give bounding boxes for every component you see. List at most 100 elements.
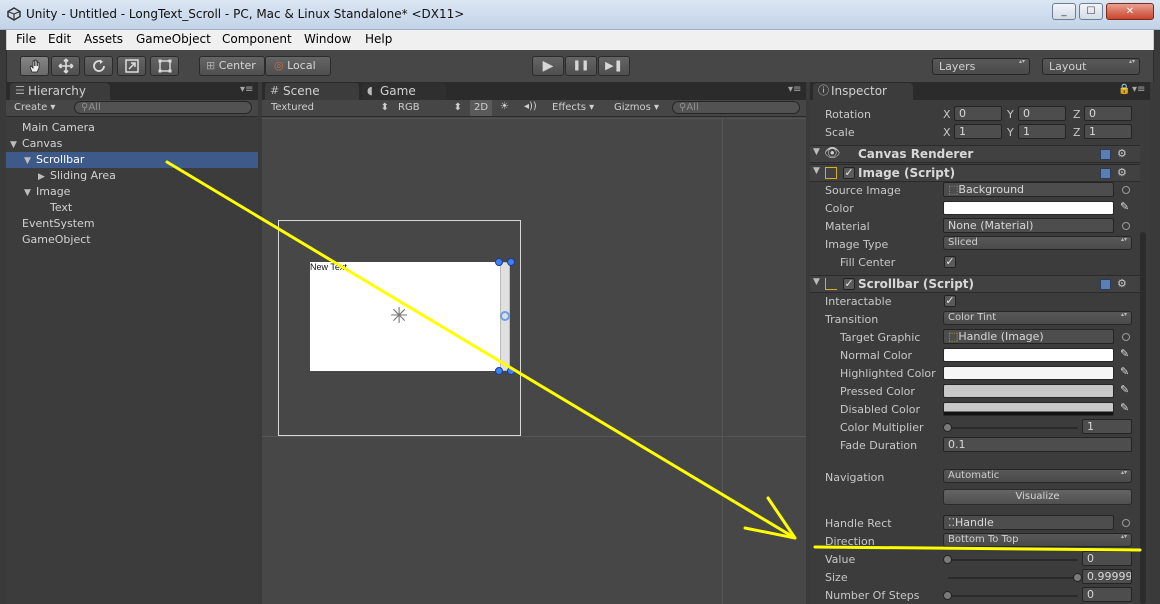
- tab-scene[interactable]: # Scene: [265, 83, 359, 100]
- material-field[interactable]: None (Material): [943, 218, 1114, 233]
- eyedropper-icon[interactable]: ✎: [1120, 200, 1129, 213]
- rect-tool-icon[interactable]: [150, 56, 179, 76]
- highlighted-color-swatch[interactable]: [943, 366, 1114, 380]
- hierarchy-item[interactable]: GameObject: [6, 232, 258, 248]
- eyedropper-icon[interactable]: ✎: [1120, 347, 1129, 360]
- rotate-tool-icon[interactable]: [84, 56, 113, 76]
- help-book-icon[interactable]: [1100, 168, 1111, 179]
- scene-search-input[interactable]: ⚲All: [672, 101, 800, 114]
- value-slider-knob[interactable]: [943, 555, 952, 564]
- inspector-menu-icon[interactable]: ▾≡: [1132, 84, 1145, 95]
- eyedropper-icon[interactable]: ✎: [1120, 401, 1129, 414]
- collapse-triangle[interactable]: ▼: [813, 166, 820, 176]
- hierarchy-search-input[interactable]: ⚲All: [74, 101, 252, 114]
- gear-icon[interactable]: ⚙: [1117, 277, 1127, 290]
- scale-z-field[interactable]: 1: [1084, 124, 1132, 139]
- hierarchy-item[interactable]: ▶ Sliding Area: [6, 168, 258, 184]
- hand-tool-icon[interactable]: [20, 56, 49, 76]
- expand-triangle-icon[interactable]: ▶: [38, 169, 50, 185]
- menu-edit[interactable]: Edit: [48, 32, 71, 46]
- menu-window[interactable]: Window: [304, 32, 351, 46]
- maximize-button[interactable]: ☐: [1079, 3, 1103, 20]
- steps-slider-knob[interactable]: [943, 591, 952, 600]
- menu-help[interactable]: Help: [365, 32, 392, 46]
- scrollbar-enabled-checkbox[interactable]: ✓: [843, 278, 855, 290]
- space-local-button[interactable]: ◎ Local: [265, 56, 331, 76]
- help-book-icon[interactable]: [1100, 279, 1111, 290]
- minimize-button[interactable]: _: [1052, 3, 1076, 20]
- tab-inspector[interactable]: ⓘ Inspector: [813, 83, 913, 100]
- shading-dropdown[interactable]: Textured ⬍: [271, 102, 389, 113]
- eyedropper-icon[interactable]: ✎: [1120, 383, 1129, 396]
- help-book-icon[interactable]: [1100, 149, 1111, 160]
- tab-hierarchy[interactable]: ☰ Hierarchy: [10, 83, 110, 100]
- hierarchy-item[interactable]: ▼ Canvas: [6, 136, 258, 152]
- pause-button[interactable]: ❚❚: [565, 56, 597, 76]
- size-field[interactable]: 0.99999: [1082, 569, 1132, 584]
- expand-triangle-icon[interactable]: ▼: [24, 153, 36, 169]
- create-dropdown[interactable]: Create ▾: [14, 102, 55, 113]
- size-slider[interactable]: [948, 577, 1078, 579]
- object-picker-icon[interactable]: [1122, 519, 1130, 527]
- rect-handle[interactable]: [507, 367, 515, 375]
- collapse-triangle[interactable]: ▼: [813, 277, 820, 287]
- fade-duration-field[interactable]: 0.1: [943, 437, 1132, 452]
- rotation-x-field[interactable]: 0: [954, 106, 1002, 121]
- lock-icon[interactable]: 🔒: [1118, 84, 1130, 95]
- image-enabled-checkbox[interactable]: ✓: [843, 167, 855, 179]
- play-button[interactable]: ▶: [532, 56, 564, 76]
- disabled-color-swatch[interactable]: [943, 402, 1114, 416]
- size-slider-knob[interactable]: [1072, 573, 1082, 582]
- value-slider[interactable]: [948, 559, 1078, 561]
- value-field[interactable]: 0: [1082, 551, 1132, 566]
- visualize-button[interactable]: Visualize: [943, 489, 1132, 505]
- step-button[interactable]: ▶❚: [598, 56, 630, 76]
- object-picker-icon[interactable]: [1122, 333, 1130, 341]
- scene-panel-menu-icon[interactable]: ▾≡: [788, 84, 801, 95]
- pressed-color-swatch[interactable]: [943, 384, 1114, 398]
- color-multiplier-field[interactable]: 1: [1082, 419, 1132, 434]
- menu-assets[interactable]: Assets: [84, 32, 123, 46]
- rotation-y-field[interactable]: 0: [1018, 106, 1066, 121]
- inspector-scrollbar[interactable]: [1140, 232, 1146, 604]
- handle-rect-field[interactable]: ⁚⁚Handle: [943, 515, 1114, 530]
- color-multiplier-slider[interactable]: [948, 427, 1078, 429]
- hierarchy-item[interactable]: ▼ Scrollbar: [6, 152, 258, 168]
- fill-center-checkbox[interactable]: ✓: [944, 256, 956, 268]
- audio-icon[interactable]: ◂)): [524, 101, 537, 112]
- canvas-renderer-header[interactable]: ▼ 👁 Canvas Renderer ⚙: [810, 145, 1140, 163]
- interactable-checkbox[interactable]: ✓: [944, 295, 956, 307]
- hierarchy-item[interactable]: EventSystem: [6, 216, 258, 232]
- object-picker-icon[interactable]: [1122, 222, 1130, 230]
- menu-file[interactable]: File: [16, 32, 36, 46]
- color-swatch[interactable]: [943, 201, 1114, 215]
- close-button[interactable]: ✕: [1106, 3, 1154, 20]
- move-tool-icon[interactable]: [51, 56, 80, 76]
- scene-viewport[interactable]: New Text ✳: [262, 118, 806, 604]
- gizmos-dropdown[interactable]: Gizmos ▾: [614, 102, 659, 113]
- gear-icon[interactable]: ⚙: [1117, 166, 1127, 179]
- scrollbar-script-header[interactable]: ▼ ✓ Scrollbar (Script) ⚙: [810, 275, 1140, 293]
- layout-dropdown[interactable]: Layout: [1042, 58, 1140, 75]
- rect-handle[interactable]: [495, 367, 503, 375]
- hierarchy-item[interactable]: Text: [6, 200, 258, 216]
- render-mode-dropdown[interactable]: RGB ⬍: [398, 102, 462, 113]
- rect-handle[interactable]: [495, 258, 503, 266]
- hierarchy-item[interactable]: ▼ Image: [6, 184, 258, 200]
- eyedropper-icon[interactable]: ✎: [1120, 365, 1129, 378]
- tab-game[interactable]: ◖ Game: [362, 83, 446, 100]
- mode-2d-toggle[interactable]: 2D: [470, 100, 492, 116]
- direction-dropdown[interactable]: Bottom To Top: [943, 533, 1132, 547]
- menu-gameobject[interactable]: GameObject: [136, 32, 211, 46]
- number-of-steps-field[interactable]: 0: [1082, 587, 1132, 602]
- gear-icon[interactable]: ⚙: [1117, 147, 1127, 160]
- navigation-dropdown[interactable]: Automatic: [943, 469, 1132, 483]
- image-object[interactable]: New Text ✳: [310, 262, 500, 371]
- hierarchy-item[interactable]: Main Camera: [6, 120, 258, 136]
- steps-slider[interactable]: [948, 595, 1078, 597]
- rotation-z-field[interactable]: 0: [1084, 106, 1132, 121]
- image-type-dropdown[interactable]: Sliced: [943, 236, 1132, 250]
- source-image-field[interactable]: ⬚Background: [943, 182, 1114, 197]
- layers-dropdown[interactable]: Layers: [932, 58, 1030, 75]
- expand-triangle-icon[interactable]: ▼: [24, 185, 36, 201]
